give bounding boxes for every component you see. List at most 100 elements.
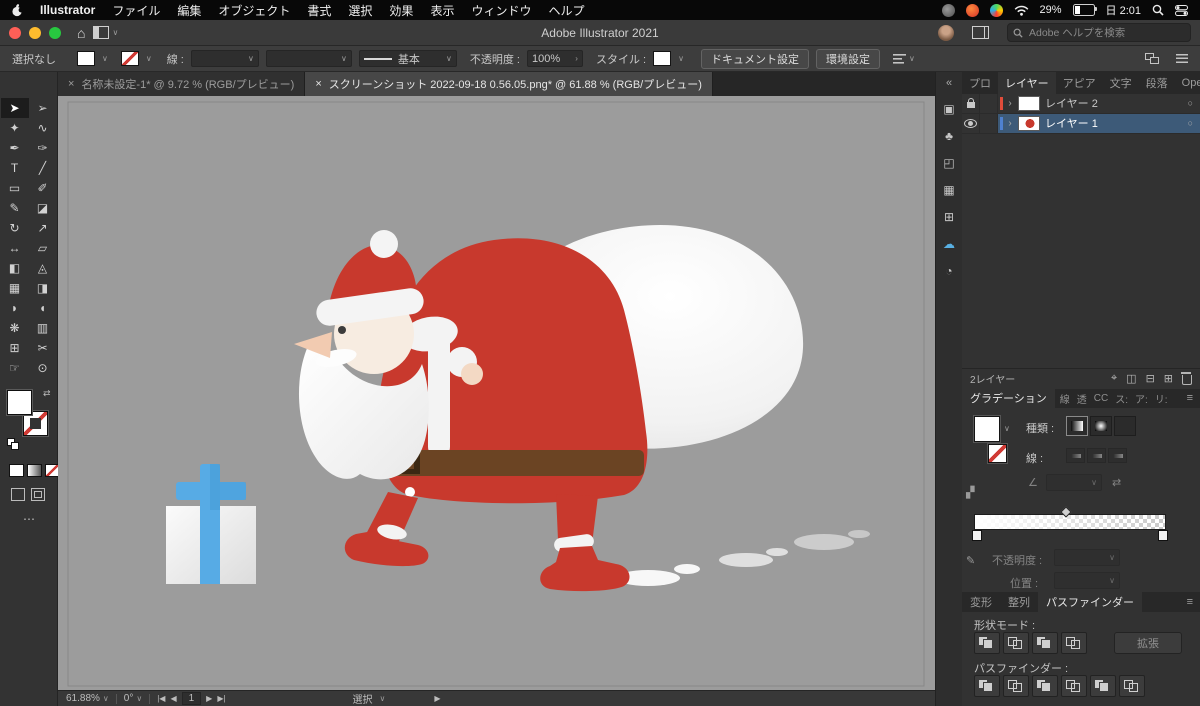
tab-appearance-2[interactable]: ア: <box>1135 391 1148 406</box>
curvature-tool[interactable]: ✑ <box>29 138 57 158</box>
new-layer-icon[interactable]: ⊞ <box>1164 372 1173 385</box>
document-tab-screenshot[interactable]: × スクリーンショット 2022-09-18 0.56.05.png* @ 61… <box>305 72 713 96</box>
default-fill-stroke-icon[interactable] <box>7 438 19 450</box>
exclude-button[interactable] <box>1061 632 1087 655</box>
gradient-fill-swatch[interactable] <box>974 416 1000 443</box>
layer-name[interactable]: レイヤー 2 <box>1043 95 1188 111</box>
merge-button[interactable] <box>1032 675 1058 698</box>
previous-artboard-button[interactable]: ◀ <box>170 694 176 703</box>
window-zoom-button[interactable] <box>49 26 61 39</box>
menu-window[interactable]: ウィンドウ <box>471 2 531 19</box>
pathfinder-panel-menu-icon[interactable]: ≡ <box>1180 592 1200 612</box>
rotation-dropdown[interactable]: 0° ∨ <box>124 693 142 704</box>
tab-cc[interactable]: CC <box>1094 393 1108 404</box>
shape-builder-tool[interactable]: ◧ <box>1 258 29 278</box>
workspace-switcher[interactable]: ∨ <box>93 26 118 39</box>
stroke-color-caret[interactable]: ∨ <box>146 54 152 63</box>
gradient-opacity-dropdown[interactable]: ∨ <box>1054 549 1120 567</box>
status-app-icon-multicolor[interactable] <box>989 3 1003 17</box>
minus-front-button[interactable] <box>1003 632 1029 655</box>
cc-libraries-icon[interactable]: ☁ <box>943 237 955 251</box>
menu-app-name[interactable]: Illustrator <box>40 3 95 17</box>
lasso-tool[interactable]: ∿ <box>29 118 57 138</box>
menu-view[interactable]: 表示 <box>430 2 454 19</box>
clover-panel-icon[interactable]: ♣ <box>945 129 953 143</box>
window-close-button[interactable] <box>9 26 21 39</box>
help-search-input[interactable] <box>1027 25 1185 40</box>
status-app-icon-red[interactable] <box>965 3 979 17</box>
control-bar-menu-icon[interactable] <box>1176 54 1188 63</box>
close-tab-icon[interactable]: × <box>68 78 74 90</box>
swap-fill-stroke-icon[interactable]: ⇄ <box>43 388 51 399</box>
linear-gradient-button[interactable] <box>1066 416 1088 437</box>
type-tool[interactable]: T <box>1 158 29 178</box>
apple-menu-icon[interactable] <box>12 3 23 17</box>
artboard-panel-icon[interactable]: ◰ <box>943 156 954 170</box>
help-search-box[interactable] <box>1007 23 1191 42</box>
shaper-tool[interactable]: ✎ <box>1 198 29 218</box>
wifi-icon[interactable] <box>1014 5 1029 16</box>
control-center-icon[interactable] <box>1175 4 1188 16</box>
status-app-icon-gray[interactable] <box>941 3 955 17</box>
opacity-dropdown[interactable]: 100% › <box>526 50 583 67</box>
disclosure-triangle-icon[interactable]: › <box>1005 98 1015 109</box>
magic-wand-tool[interactable]: ✦ <box>1 118 29 138</box>
column-graph-tool[interactable]: ▥ <box>29 318 57 338</box>
direct-selection-tool[interactable]: ➢ <box>29 98 57 118</box>
spotlight-search-icon[interactable] <box>1152 4 1164 16</box>
menu-effect[interactable]: 効果 <box>389 2 413 19</box>
tab-swatches[interactable]: ス: <box>1115 391 1128 406</box>
stroke-color-swatch[interactable] <box>120 51 139 66</box>
locate-object-icon[interactable]: ⌖ <box>1111 372 1117 385</box>
stroke-gradient-along-button[interactable] <box>1087 448 1106 464</box>
stroke-gradient-across-button[interactable] <box>1108 448 1127 464</box>
layer-row-1[interactable]: › レイヤー 1 ○ <box>962 113 1200 134</box>
document-tab-untitled[interactable]: × 名称未設定-1* @ 9.72 % (RGB/プレビュー) <box>58 72 306 96</box>
gradient-swatch-caret[interactable]: ∨ <box>1004 424 1010 433</box>
next-artboard-button[interactable]: ▶ <box>206 694 212 703</box>
eraser-tool[interactable]: ◪ <box>29 198 57 218</box>
gradient-stop-left[interactable] <box>972 530 982 542</box>
draw-normal-mode[interactable] <box>11 488 25 501</box>
battery-icon[interactable] <box>1072 4 1097 16</box>
selection-tool[interactable]: ➤ <box>0 98 29 118</box>
reverse-gradient-icon[interactable]: ⇄ <box>1112 476 1121 489</box>
blend-tool[interactable]: ◖ <box>29 298 57 318</box>
home-icon[interactable]: ⌂ <box>77 25 85 41</box>
rotate-tool[interactable]: ↻ <box>1 218 29 238</box>
arrange-icon[interactable] <box>1145 53 1159 64</box>
trim-button[interactable] <box>1003 675 1029 698</box>
tab-pathfinder[interactable]: パスファインダー <box>1038 592 1142 613</box>
menu-select[interactable]: 選択 <box>348 2 372 19</box>
layer-thumbnail[interactable] <box>1018 95 1040 111</box>
style-caret[interactable]: ∨ <box>678 54 684 63</box>
last-artboard-button[interactable]: ▶| <box>217 694 225 703</box>
status-play-icon[interactable]: ▶ <box>434 694 440 703</box>
close-tab-icon[interactable]: × <box>315 78 321 90</box>
layer-target-icon[interactable]: ○ <box>1188 98 1193 108</box>
make-clipping-mask-icon[interactable]: ◫ <box>1126 372 1136 385</box>
minus-back-button[interactable] <box>1119 675 1145 698</box>
layer-edit-cell[interactable] <box>980 113 998 133</box>
tab-gradient[interactable]: グラデーション <box>962 388 1055 409</box>
eyedropper-tool[interactable]: ◗ <box>1 298 29 318</box>
draw-inside-mode[interactable] <box>31 488 45 501</box>
artboard-tool[interactable]: ⊞ <box>1 338 29 358</box>
tab-open[interactable]: Open <box>1175 72 1200 94</box>
delete-layer-icon[interactable] <box>1181 372 1192 386</box>
tab-transparency[interactable]: 透 <box>1077 391 1087 406</box>
shapes-panel-icon[interactable]: ▣ <box>943 102 954 116</box>
slice-tool[interactable]: ✂ <box>29 338 57 358</box>
document-setup-button[interactable]: ドキュメント設定 <box>700 48 809 69</box>
tab-align[interactable]: 整列 <box>1000 592 1038 612</box>
layer-visibility-cell[interactable] <box>962 93 980 113</box>
panel-toggle-icon[interactable] <box>972 26 989 39</box>
tab-character[interactable]: 文字 <box>1103 72 1139 94</box>
status-tool-label[interactable]: 選択 <box>353 691 373 706</box>
symbol-sprayer-tool[interactable]: ❋ <box>1 318 29 338</box>
tab-layers[interactable]: レイヤー <box>998 72 1056 94</box>
menu-edit[interactable]: 編集 <box>177 2 201 19</box>
tab-stroke[interactable]: 線 <box>1060 391 1070 406</box>
paintbrush-tool[interactable]: ✐ <box>29 178 57 198</box>
intersect-button[interactable] <box>1032 632 1058 655</box>
